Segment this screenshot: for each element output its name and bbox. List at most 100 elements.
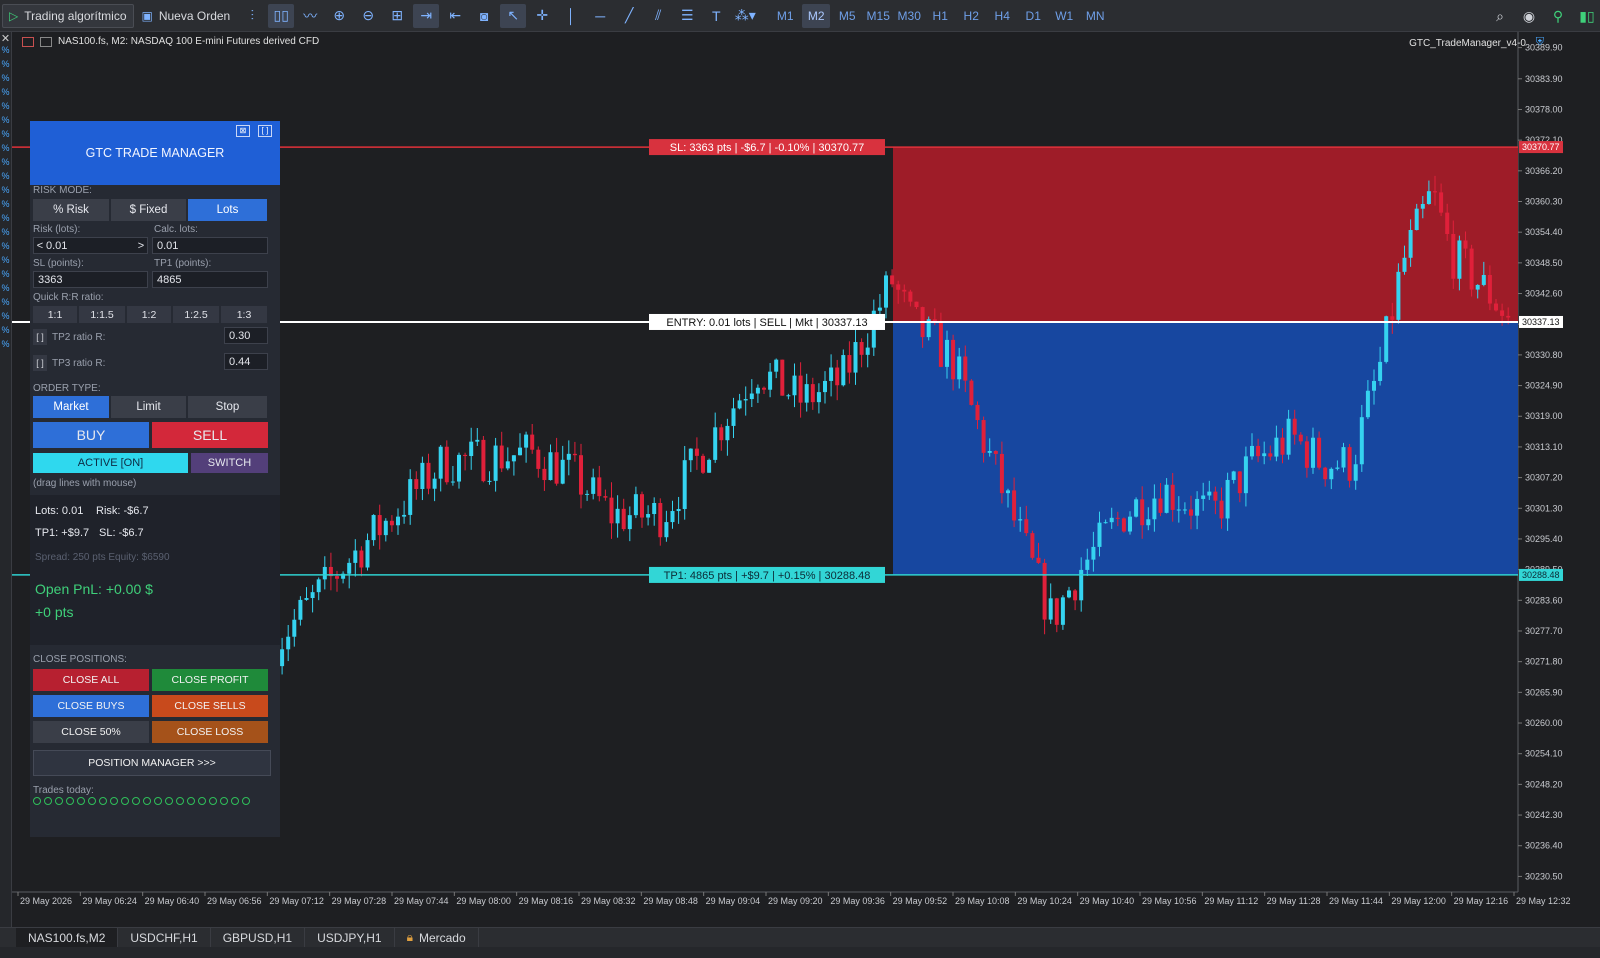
price-label: 30271.80 (1525, 657, 1563, 667)
bar-chart-icon[interactable]: ⫶ (239, 4, 265, 28)
chart-shift-icon[interactable]: ⇤ (442, 4, 468, 28)
tp1-points-field[interactable]: 4865 (152, 271, 268, 288)
buy-button[interactable]: BUY (33, 422, 149, 448)
new-order-button[interactable]: ▣ Nueva Orden (136, 4, 237, 28)
tf-h4[interactable]: H4 (988, 4, 1016, 28)
tf-h1[interactable]: H1 (926, 4, 954, 28)
calc-lots-field[interactable]: 0.01 (152, 237, 268, 254)
candle-body (1121, 518, 1126, 532)
tf-h2[interactable]: H2 (957, 4, 985, 28)
risk-mode-percent-button[interactable]: % Risk (33, 199, 109, 221)
tf-m15[interactable]: M15 (864, 4, 892, 28)
time-label: 29 May 12:16 (1454, 896, 1509, 906)
shapes-icon[interactable]: ⁂▾ (732, 4, 758, 28)
line-chart-icon[interactable]: 〰 (297, 4, 323, 28)
autoscroll-icon[interactable]: ⇥ (413, 3, 440, 28)
risk-lots-stepper[interactable]: < 0.01 > (33, 237, 148, 254)
take-profit-label[interactable]: TP1: 4865 pts | +$9.7 | +0.15% | 30288.4… (664, 570, 871, 582)
close-all-button[interactable]: CLOSE ALL (33, 669, 149, 691)
order-type-limit-button[interactable]: Limit (111, 396, 186, 418)
signal-icon[interactable]: ⚲ (1545, 4, 1571, 28)
tab-usdchf[interactable]: USDCHF,H1 (118, 927, 211, 948)
tab-nas100[interactable]: NAS100.fs,M2 (16, 927, 119, 948)
switch-button[interactable]: SWITCH (191, 453, 268, 473)
risk-mode-lots-button[interactable]: Lots (188, 199, 267, 221)
vertical-line-icon[interactable]: │ (558, 4, 584, 28)
candle-body (1414, 208, 1419, 230)
trade-slot-dot (242, 797, 250, 805)
sell-button[interactable]: SELL (152, 422, 268, 448)
candle-body (884, 275, 888, 308)
cursor-icon[interactable]: ↖ (500, 3, 527, 28)
tab-market[interactable]: 🔒︎ Mercado (395, 927, 479, 948)
close-buys-button[interactable]: CLOSE BUYS (33, 695, 149, 717)
candle-body (945, 339, 949, 367)
sl-points-field[interactable]: 3363 (33, 271, 148, 288)
active-toggle[interactable]: ACTIVE [ON] (33, 453, 188, 473)
tf-m5[interactable]: M5 (833, 4, 861, 28)
connection-bars-icon[interactable]: ▮▯ (1574, 4, 1600, 28)
rr-button-1-1-5[interactable]: 1:1.5 (79, 306, 125, 323)
decrement-icon[interactable]: < (34, 240, 46, 252)
zoom-out-icon[interactable]: ⊖ (355, 4, 381, 28)
tf-mn[interactable]: MN (1081, 4, 1109, 28)
tf-m2[interactable]: M2 (802, 3, 831, 28)
close-half-button[interactable]: CLOSE 50% (33, 721, 149, 743)
candle-body (780, 359, 785, 396)
candle-body (725, 425, 730, 441)
text-icon[interactable]: T (703, 4, 729, 28)
price-label: 30319.00 (1525, 411, 1563, 421)
candle-body (280, 649, 285, 667)
rr-button-1-2[interactable]: 1:2 (127, 306, 171, 323)
risk-lots-value: 0.01 (46, 239, 68, 252)
trendline-icon[interactable]: ╱ (616, 4, 642, 28)
rr-button-1-3[interactable]: 1:3 (221, 306, 267, 323)
panel-header[interactable]: GTC TRADE MANAGER ⊠ [ ] (30, 121, 280, 185)
channel-icon[interactable]: ⫽ (645, 4, 671, 28)
tab-gbpusd[interactable]: GBPUSD,H1 (211, 927, 306, 948)
account-icon[interactable]: ◉ (1516, 4, 1542, 28)
risk-mode-fixed-button[interactable]: $ Fixed (111, 199, 186, 221)
tf-d1[interactable]: D1 (1019, 4, 1047, 28)
tf-w1[interactable]: W1 (1050, 4, 1078, 28)
panel-expand-icon[interactable]: [ ] (258, 125, 272, 137)
candle-body (524, 434, 529, 448)
candle-body (1311, 437, 1315, 468)
tp3-ratio-field[interactable]: 0.44 (224, 353, 268, 370)
zoom-in-icon[interactable]: ⊕ (326, 4, 352, 28)
candles-icon[interactable]: ▯▯ (268, 3, 295, 28)
candle-body (432, 478, 437, 489)
panel-minimize-icon[interactable]: ⊠ (236, 125, 250, 137)
close-profit-button[interactable]: CLOSE PROFIT (152, 669, 268, 691)
tp2-ratio-field[interactable]: 0.30 (224, 327, 268, 344)
order-type-stop-button[interactable]: Stop (188, 396, 267, 418)
order-type-market-button[interactable]: Market (33, 396, 109, 418)
close-loss-button[interactable]: CLOSE LOSS (152, 721, 268, 743)
crosshair-icon[interactable]: ✛ (529, 4, 555, 28)
increment-icon[interactable]: > (135, 240, 147, 252)
tf-m30[interactable]: M30 (895, 4, 923, 28)
algo-trading-button[interactable]: ▷ Trading algorítmico (2, 3, 134, 28)
horizontal-line-icon[interactable]: ─ (587, 4, 613, 28)
tab-usdjpy[interactable]: USDJPY,H1 (305, 927, 395, 948)
tp3-checkbox[interactable]: [ ] (33, 355, 47, 371)
tp2-checkbox[interactable]: [ ] (33, 329, 47, 345)
position-manager-button[interactable]: POSITION MANAGER >>> (33, 750, 271, 776)
candle-body (1103, 522, 1108, 524)
candle-body (1445, 212, 1450, 234)
search-icon[interactable]: ⌕ (1487, 4, 1513, 28)
percent-icon: % (1, 101, 10, 111)
entry-label[interactable]: ENTRY: 0.01 lots | SELL | Mkt | 30337.13 (666, 317, 867, 329)
close-positions-heading: CLOSE POSITIONS: (33, 654, 127, 665)
grid-icon[interactable]: ⊞ (384, 4, 410, 28)
time-label: 29 May 11:28 (1267, 896, 1321, 906)
close-icon[interactable]: ✕ (0, 32, 11, 45)
screenshot-icon[interactable]: ◙ (471, 4, 497, 28)
trade-slot-dot (99, 797, 107, 805)
rr-button-1-2-5[interactable]: 1:2.5 (173, 306, 219, 323)
close-sells-button[interactable]: CLOSE SELLS (152, 695, 268, 717)
stop-loss-label[interactable]: SL: 3363 pts | -$6.7 | -0.10% | 30370.77 (670, 142, 864, 154)
fibonacci-icon[interactable]: ☰ (674, 4, 700, 28)
tf-m1[interactable]: M1 (771, 4, 799, 28)
rr-button-1-1[interactable]: 1:1 (33, 306, 77, 323)
